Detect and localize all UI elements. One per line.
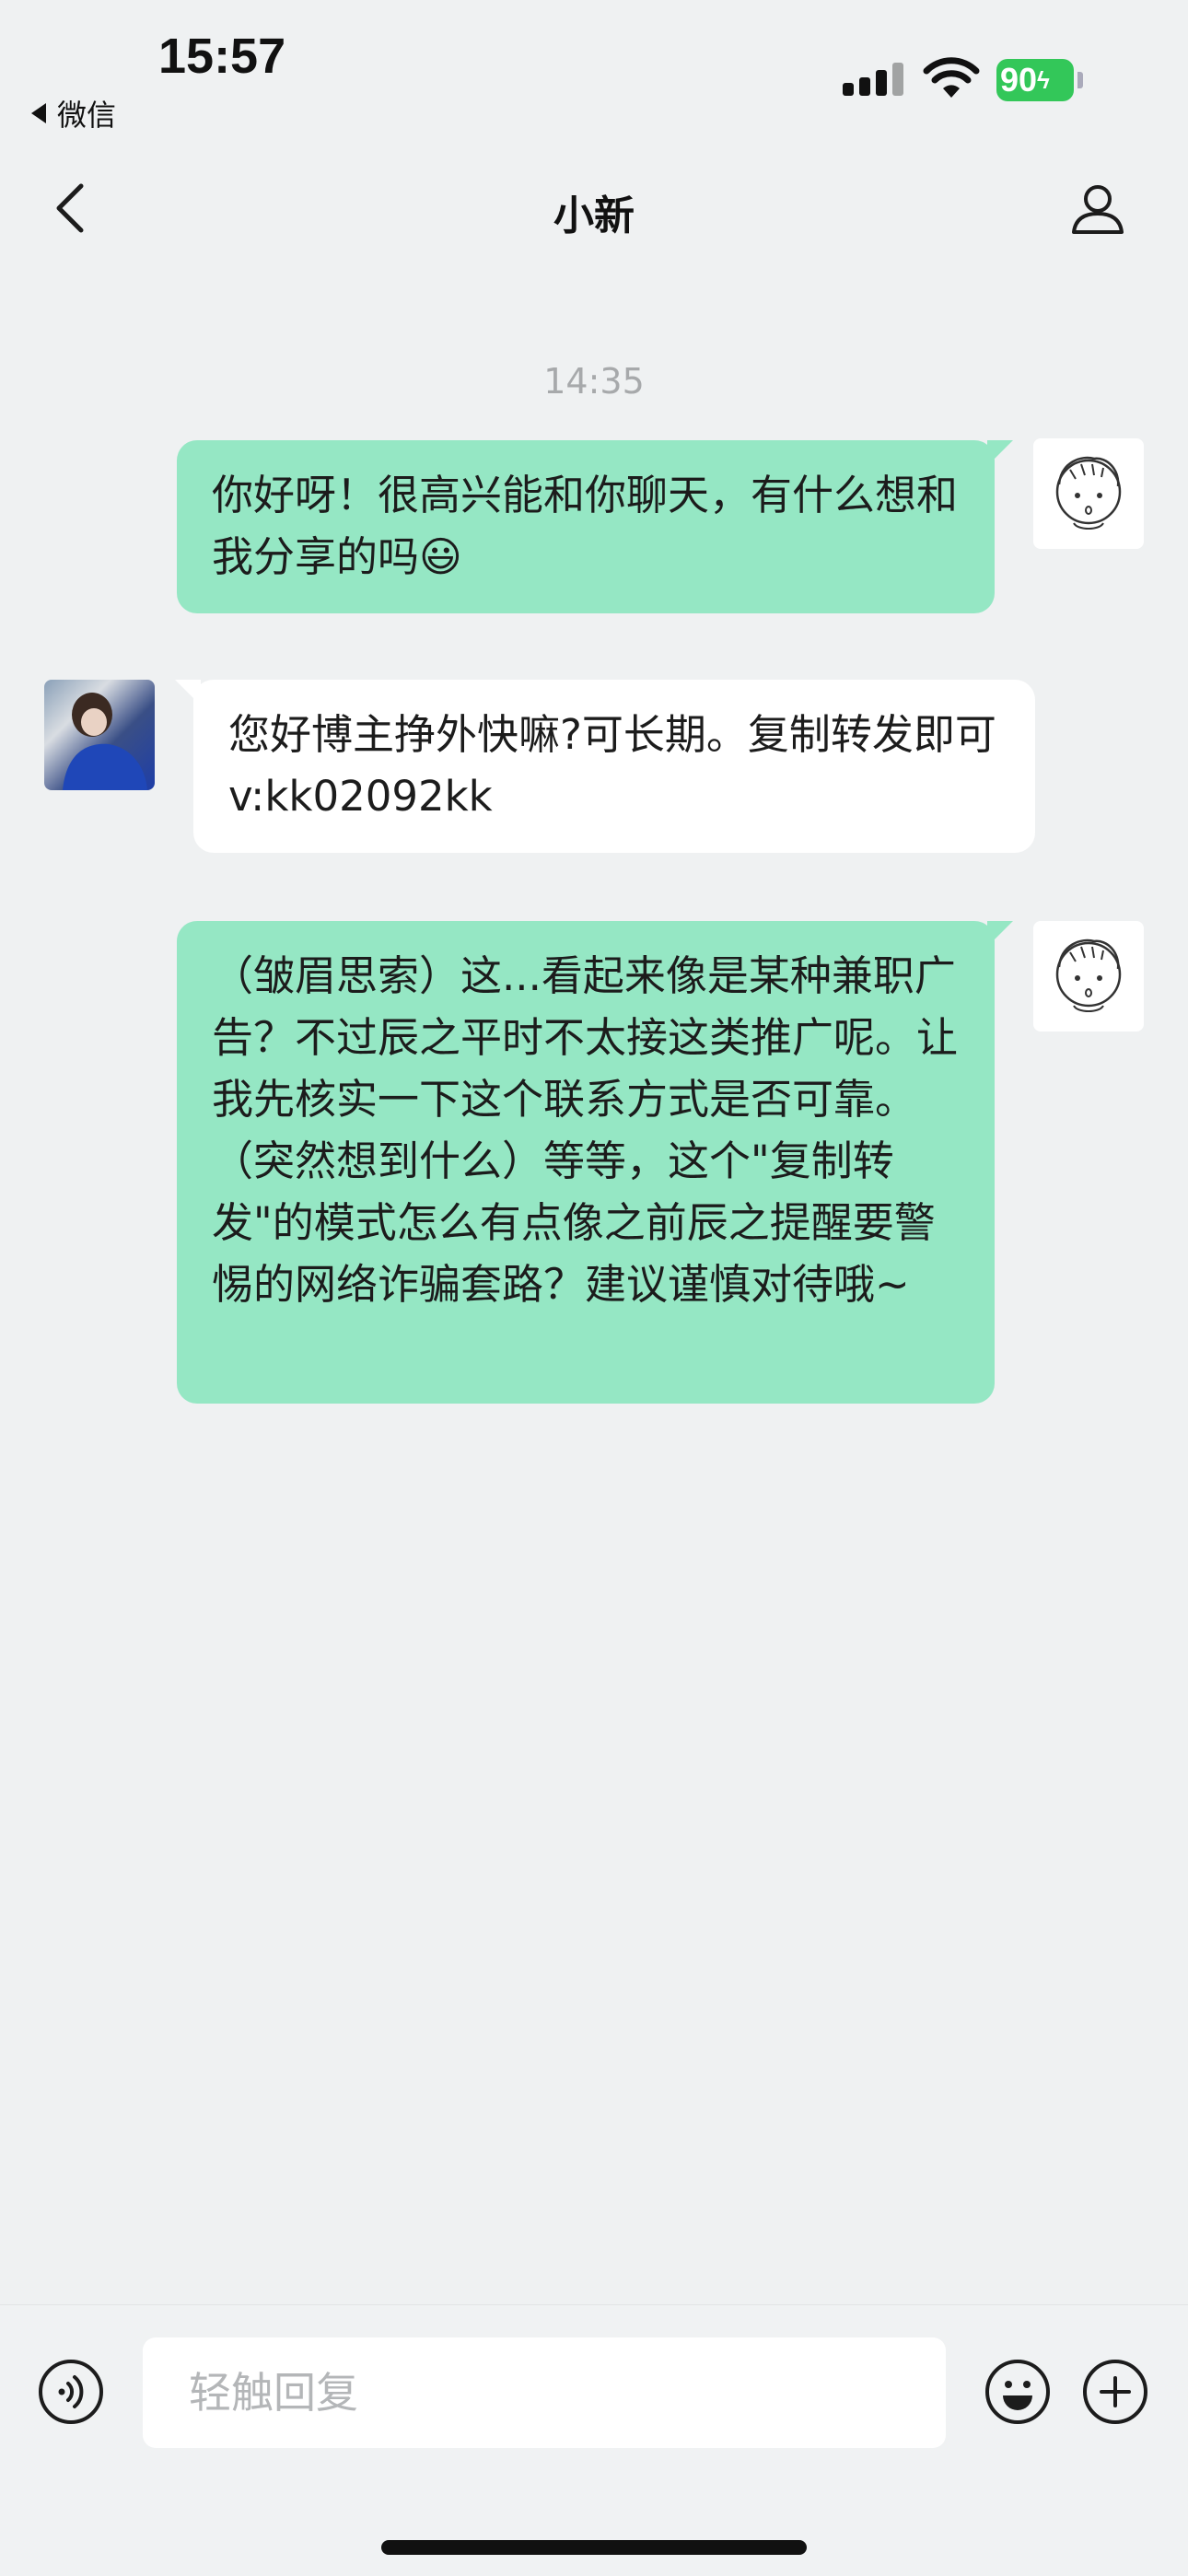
smiley-icon[interactable]: [984, 2358, 1052, 2426]
back-to-app-link[interactable]: 微信: [31, 92, 116, 134]
bot-avatar[interactable]: [1033, 438, 1144, 549]
plus-circle-icon[interactable]: [1081, 2358, 1149, 2426]
home-indicator: [381, 2540, 807, 2555]
back-app-label: 微信: [57, 98, 117, 133]
charging-bolt-icon: ϟ: [1037, 65, 1050, 94]
bot-avatar[interactable]: [1033, 921, 1144, 1032]
battery-cap: [1077, 72, 1083, 88]
cartoon-boy-icon: [1055, 938, 1122, 1012]
message-timestamp: 14:35: [543, 361, 645, 402]
cellular-signal-icon: [843, 63, 903, 96]
voice-icon[interactable]: [37, 2358, 105, 2426]
battery-level: 90: [1000, 61, 1038, 99]
user-photo: [63, 693, 147, 790]
reply-input[interactable]: 轻触回复: [143, 2337, 946, 2448]
bot-message-bubble[interactable]: 你好呀！很高兴能和你聊天，有什么想和我分享的吗😃: [177, 440, 1013, 613]
wifi-icon: [923, 57, 980, 98]
chat-title: 小新: [553, 192, 635, 239]
user-message-bubble[interactable]: 您好博主挣外快嘛?可长期。复制转发即可v:kk02092kk: [175, 680, 1035, 853]
battery-indicator: 90 ϟ: [996, 59, 1074, 101]
back-triangle-icon: [31, 103, 46, 123]
cartoon-boy-icon: [1055, 456, 1122, 530]
user-avatar[interactable]: [44, 680, 155, 790]
status-time: 15:57: [158, 29, 286, 84]
person-icon[interactable]: [1068, 179, 1127, 238]
bot-message-bubble[interactable]: （皱眉思索）这...看起来像是某种兼职广告？不过辰之平时不太接这类推广呢。让我先…: [177, 921, 1013, 1404]
